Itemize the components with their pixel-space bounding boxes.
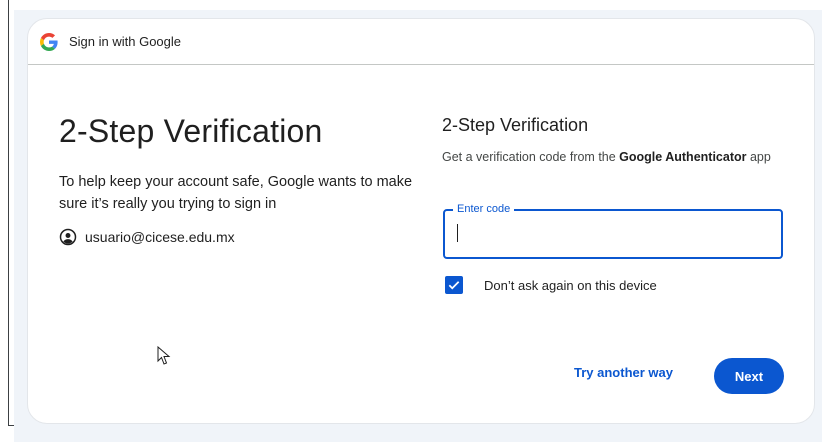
description-suffix: app [746, 150, 771, 164]
account-email: usuario@cicese.edu.mx [85, 229, 235, 245]
checkmark-icon [448, 281, 460, 290]
sign-in-card: Sign in with Google 2-Step Verification … [27, 18, 815, 424]
next-button[interactable]: Next [714, 358, 784, 394]
page-title: 2-Step Verification [59, 113, 323, 149]
page-subtitle: To help keep your account safe, Google w… [59, 174, 413, 212]
window-edge [8, 0, 9, 426]
code-input-label: Enter code [453, 202, 515, 216]
mouse-pointer-icon [157, 346, 171, 365]
account-circle-icon [59, 228, 77, 246]
remember-device-label: Don’t ask again on this device [484, 277, 657, 293]
account-chip[interactable]: usuario@cicese.edu.mx [59, 228, 235, 246]
code-input[interactable]: Enter code [443, 202, 783, 259]
authenticator-app-name: Google Authenticator [619, 150, 747, 164]
google-g-icon [40, 33, 58, 51]
remember-device-row[interactable]: Don’t ask again on this device [445, 276, 657, 294]
remember-device-checkbox[interactable] [445, 276, 463, 294]
section-description: Get a verification code from the Google … [442, 148, 782, 166]
text-caret [457, 224, 458, 242]
try-another-way-button[interactable]: Try another way [574, 365, 673, 380]
card-header: Sign in with Google [28, 19, 814, 65]
section-title: 2-Step Verification [442, 115, 589, 135]
description-text: Get a verification code from the [442, 150, 620, 164]
header-title: Sign in with Google [69, 34, 182, 49]
